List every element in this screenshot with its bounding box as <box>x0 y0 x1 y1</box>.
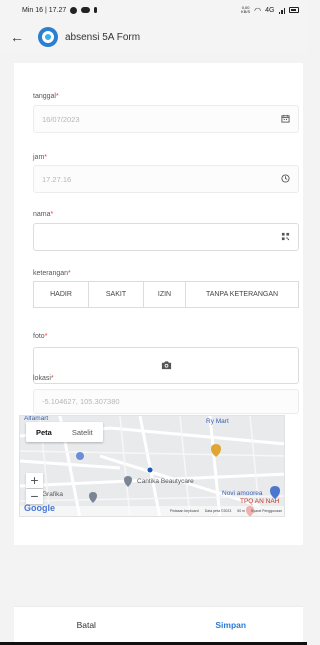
app-header: ← absensi 5A Form <box>0 20 307 54</box>
map-footer: Pintasan keyboard Data peta ©2023 50 m S… <box>20 506 284 516</box>
page-title: absensi 5A Form <box>65 31 141 43</box>
photo-picker[interactable] <box>33 347 299 384</box>
foto-label: foto* <box>33 333 48 340</box>
map-terms[interactable]: Syarat Penggunaan <box>251 509 282 513</box>
notification-icon <box>70 6 78 14</box>
option-sakit[interactable]: SAKIT <box>88 281 144 308</box>
keterangan-options: HADIR SAKIT IZIN TANPA KETERANGAN <box>33 281 299 308</box>
jam-field[interactable]: 17.27.16 <box>33 165 299 193</box>
zoom-out-button[interactable]: − <box>26 489 43 504</box>
battery-icon <box>289 7 299 13</box>
notification-icon <box>94 7 98 13</box>
map-place-alfamart: Alfamart <box>24 415 49 422</box>
lokasi-field[interactable]: -5.104627, 105.307380 <box>33 389 299 414</box>
jam-label: jam* <box>33 154 48 161</box>
map-place-ry-mart: Ry Mart <box>206 418 229 425</box>
map-keyboard-shortcuts[interactable]: Pintasan keyboard <box>170 509 199 513</box>
map-data-credit: Data peta ©2023 <box>204 509 232 513</box>
tanggal-value: 16/07/2023 <box>42 114 80 124</box>
nama-label: nama* <box>33 211 54 218</box>
map-place-grafika: Grafika <box>42 491 63 498</box>
wifi-icon: ◠ <box>254 5 262 15</box>
google-logo: Google <box>24 503 55 513</box>
calendar-icon[interactable] <box>281 114 290 125</box>
back-arrow-icon[interactable]: ← <box>10 29 26 45</box>
zoom-in-button[interactable]: + <box>26 473 43 488</box>
map-type-satelit[interactable]: Satelit <box>62 422 103 442</box>
network-type: 4G <box>265 6 275 14</box>
nama-input[interactable] <box>33 223 299 251</box>
map-place-tpq: TPQ AN NAH <box>240 498 280 505</box>
signal-icon <box>278 7 285 14</box>
save-button[interactable]: Simpan <box>159 607 304 642</box>
status-bar: Min 16 | 17.27 0,00 KB/S ◠ 4G <box>0 0 307 20</box>
option-tanpa-keterangan[interactable]: TANPA KETERANGAN <box>185 281 299 308</box>
status-time: Min 16 | 17.27 <box>22 6 67 14</box>
option-izin[interactable]: IZIN <box>143 281 186 308</box>
map-place-novi: Novi amoorea <box>222 490 263 497</box>
app-logo <box>38 27 58 47</box>
tanggal-field[interactable]: 16/07/2023 <box>33 105 299 133</box>
notification-icon <box>81 7 91 13</box>
keterangan-label: keterangan* <box>33 270 71 277</box>
form-actions: Batal Simpan <box>14 606 303 642</box>
clock-icon[interactable] <box>281 173 290 185</box>
network-speed: 0,00 KB/S <box>241 5 251 14</box>
map-type-toggle: Peta Satelit <box>26 422 103 442</box>
camera-icon <box>161 357 172 375</box>
map-type-peta[interactable]: Peta <box>26 422 62 442</box>
lokasi-label: lokasi* <box>33 375 54 382</box>
location-map[interactable]: Peta Satelit Alfamart Ry Mart Cantika Be… <box>19 415 285 517</box>
lokasi-value: -5.104627, 105.307380 <box>42 397 120 406</box>
tanggal-label: tanggal* <box>33 93 59 100</box>
option-hadir[interactable]: HADIR <box>33 281 89 308</box>
qr-scan-icon[interactable] <box>281 232 290 243</box>
map-place-cantika: Cantika Beautycare <box>137 478 194 485</box>
jam-value: 17.27.16 <box>42 174 72 184</box>
cancel-button[interactable]: Batal <box>14 607 159 642</box>
map-scale: 50 m <box>237 509 246 513</box>
